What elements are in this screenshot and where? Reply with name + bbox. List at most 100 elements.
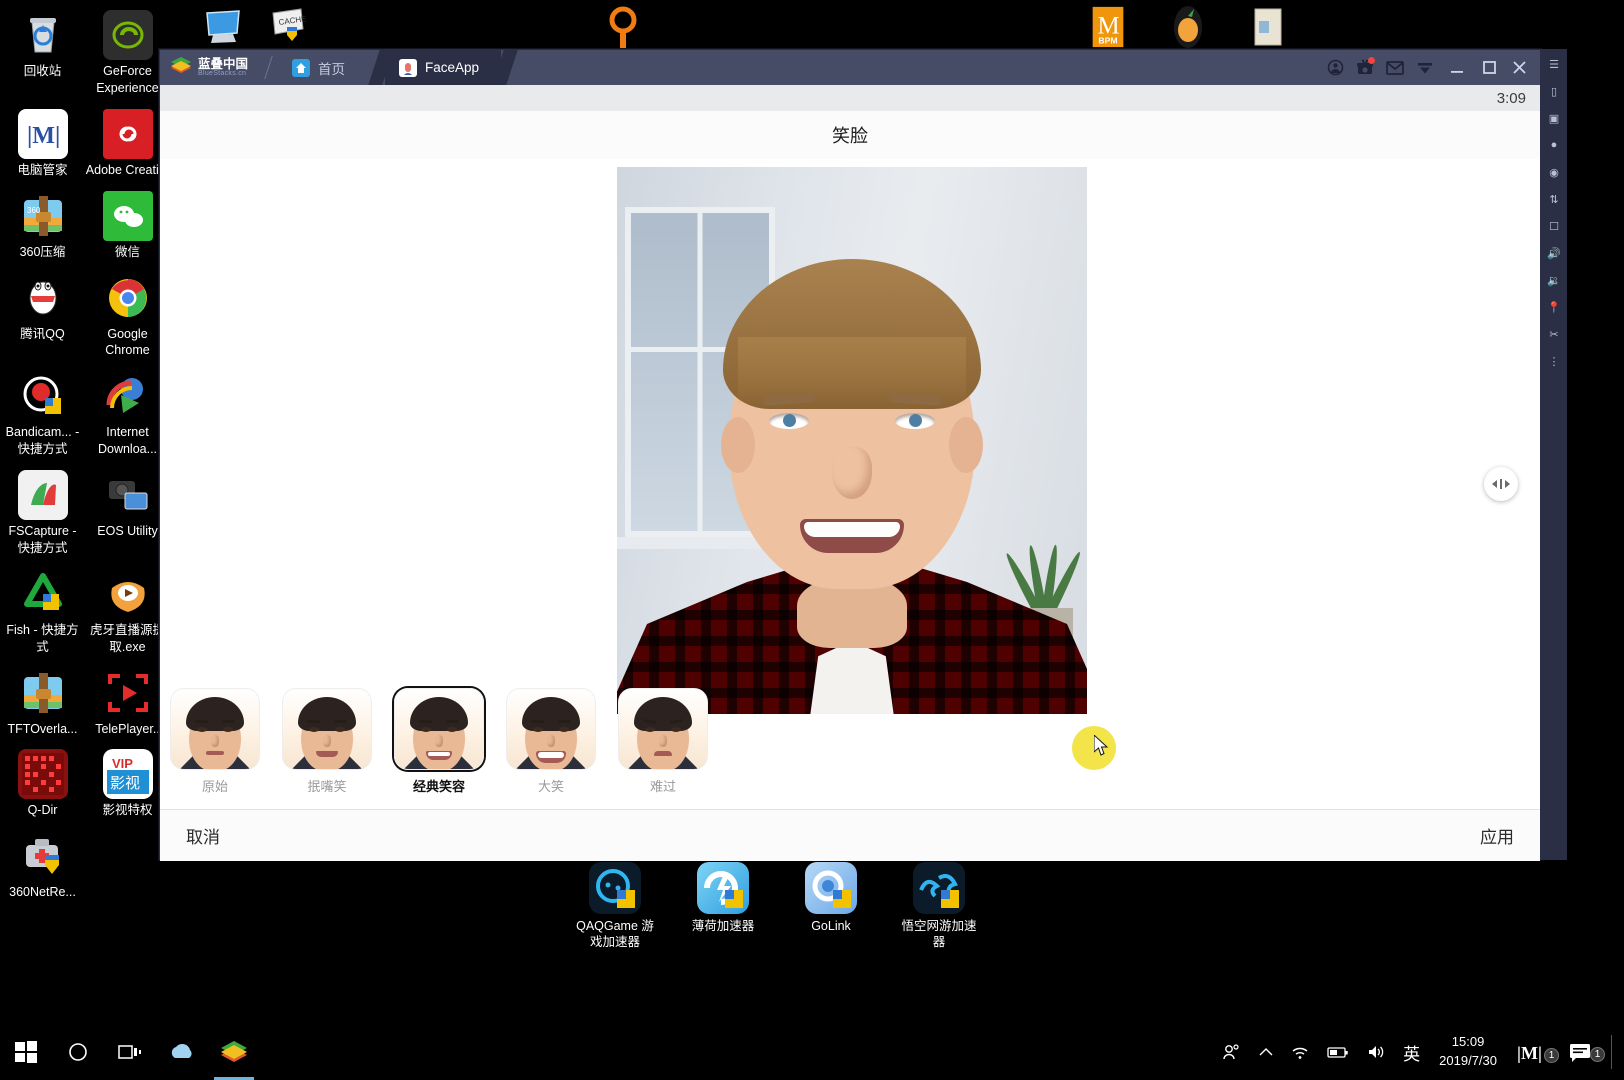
dock-item-label: QAQGame 游戏加速器 (576, 919, 654, 950)
cancel-button[interactable]: 取消 (186, 823, 220, 848)
scissors-icon[interactable]: ✂ (1545, 325, 1563, 343)
volume-icon[interactable] (1358, 1044, 1394, 1060)
pc-manager-icon: |M| (17, 108, 68, 159)
desktop-icon-label: 微信 (114, 244, 140, 259)
thumbnail-classic-smile[interactable]: 经典笑容 (394, 688, 484, 795)
task-view-icon[interactable] (104, 1024, 156, 1080)
thumbnail-original[interactable]: 原始 (170, 688, 260, 795)
thumbnail-closed-smile[interactable]: 抿嘴笑 (282, 688, 372, 795)
desktop-icon-adobe-cc[interactable]: Adobe Creati... (85, 103, 170, 181)
show-desktop-button[interactable] (1611, 1035, 1612, 1069)
ime-indicator[interactable]: 英 (1394, 1040, 1429, 1065)
desktop-icon-label: FSCapture - 快捷方式 (8, 524, 77, 555)
taskbar-app-bluestacks[interactable] (208, 1024, 260, 1080)
bluestacks-brand[interactable]: 蓝叠中国 BlueStacks.cn (160, 50, 260, 85)
thumbnail-big-laugh[interactable]: 大笑 (506, 688, 596, 795)
desktop-icon-fscapture[interactable]: FSCapture - 快捷方式 (0, 464, 85, 559)
qaqgame-accelerator-icon (589, 862, 641, 914)
location-marker-icon[interactable]: ● (1545, 136, 1563, 154)
pin-icon[interactable]: 📍 (1545, 298, 1563, 316)
photo-preview[interactable] (617, 167, 1087, 714)
page-title: 笑脸 (832, 126, 868, 146)
dock-item-qaqgame[interactable]: QAQGame 游戏加速器 (575, 862, 655, 951)
notifications-badge: 1 (1590, 1047, 1605, 1062)
start-icon[interactable] (0, 1024, 52, 1080)
apply-button[interactable]: 应用 (1480, 823, 1514, 848)
desktop-icon-qdir[interactable]: Q-Dir (0, 743, 85, 821)
more-icon[interactable]: ⋮ (1545, 352, 1563, 370)
tab-faceapp[interactable]: FaceApp (385, 50, 502, 85)
desktop-icon-pc-manager[interactable]: |M| 电脑管家 (0, 103, 85, 181)
battery-icon[interactable] (1318, 1045, 1358, 1059)
notifications-icon[interactable]: 1 (1557, 1042, 1605, 1062)
tab-home[interactable]: 首页 (278, 50, 367, 85)
desktop-icon-wechat[interactable]: 微信 (85, 185, 170, 263)
compare-drag-icon[interactable] (1484, 467, 1518, 501)
pc-manager-tray-icon[interactable]: |M| 1 (1507, 1041, 1559, 1063)
fullscreen-icon[interactable]: ☐ (1545, 217, 1563, 235)
dock-item-wukong[interactable]: 悟空网游加速器 (899, 862, 979, 951)
maximize-button[interactable] (1474, 50, 1504, 85)
desktop-icon-google-chrome[interactable]: Google Chrome (85, 267, 170, 362)
bluestacks-titlebar[interactable]: 蓝叠中国 BlueStacks.cn 首页 FaceApp (160, 50, 1540, 85)
keyboard-icon[interactable]: ▯ (1545, 82, 1563, 100)
geforce-experience-icon (102, 10, 153, 60)
volume-down-icon[interactable]: 🔉 (1545, 271, 1563, 289)
bohe-accelerator-icon (697, 862, 749, 914)
bluestacks-brand-name: 蓝叠中国 (198, 56, 249, 71)
photo-eye-left (769, 413, 809, 429)
desktop-icon-fish[interactable]: Fish - 快捷方式 (0, 563, 85, 658)
desktop-icon-huya-extractor[interactable]: 虎牙直播源提取.exe (85, 563, 170, 658)
menu-icon[interactable]: ☰ (1545, 55, 1563, 73)
shake-icon[interactable]: ⇅ (1545, 190, 1563, 208)
taskbar-app-cloud[interactable] (156, 1024, 208, 1080)
google-chrome-icon (103, 273, 153, 323)
desktop-icon-recycle-bin[interactable]: 回收站 (0, 4, 85, 99)
people-icon[interactable] (1212, 1043, 1250, 1061)
tab-divider (260, 50, 278, 85)
tencent-qq-icon (18, 273, 68, 323)
desktop-icon-tft-overlay[interactable]: TFTOverla... (0, 662, 85, 740)
folder-icon[interactable] (1245, 4, 1291, 50)
360-net-repair-icon (18, 831, 68, 881)
screenshot-icon[interactable]: ▣ (1545, 109, 1563, 127)
faceapp-canvas[interactable]: 原始 抿嘴笑 经典笑容 大笑 难过 (160, 159, 1540, 809)
mail-icon[interactable] (1380, 50, 1410, 85)
cache-shield-icon[interactable]: CACHE (265, 4, 311, 50)
dock-item-golink[interactable]: GoLink (791, 862, 871, 951)
magnifier-icon[interactable] (600, 4, 646, 50)
minimize-button[interactable] (1440, 50, 1474, 85)
bluestacks-brand-sub: BlueStacks.cn (198, 70, 247, 78)
desktop-icon-vip-video[interactable]: VIP 影视 影视特权 (85, 743, 170, 821)
fish-icon (18, 569, 68, 619)
desktop-icon-eos-utility[interactable]: EOS Utility (85, 464, 170, 559)
fl-studio-icon[interactable] (1165, 4, 1211, 50)
desktop-icon-360zip[interactable]: 360 360压缩 (0, 185, 85, 263)
desktop-icon-internet-download-manager[interactable]: Internet Downloa... (85, 365, 170, 460)
360-zip-icon: 360 (18, 191, 68, 241)
dock-item-bohe[interactable]: 薄荷加速器 (683, 862, 763, 951)
desktop-icon-label: Google Chrome (105, 326, 150, 358)
qdir-icon (17, 749, 68, 800)
volume-up-icon[interactable]: 🔊 (1545, 244, 1563, 262)
thumbnail-sad[interactable]: 难过 (618, 688, 708, 795)
photo-eye-right (895, 413, 935, 429)
taskbar-clock[interactable]: 15:09 2019/7/30 (1429, 1033, 1507, 1071)
close-button[interactable] (1504, 50, 1534, 85)
mixed-in-key-bpm-icon[interactable]: M BPM (1085, 4, 1131, 50)
thumbnail-image (618, 688, 708, 770)
desktop-icon-geforce-experience[interactable]: GeForce Experience (85, 4, 170, 99)
wifi-icon[interactable] (1282, 1045, 1318, 1060)
desktop-icon-tencent-qq[interactable]: 腾讯QQ (0, 267, 85, 362)
monitor-icon[interactable] (200, 4, 246, 50)
account-icon[interactable] (1320, 50, 1350, 85)
menu-down-icon[interactable] (1410, 50, 1440, 85)
chevron-up-icon[interactable] (1250, 1047, 1282, 1057)
gift-icon[interactable] (1350, 50, 1380, 85)
desktop-icon-bandicam[interactable]: Bandicam... - 快捷方式 (0, 365, 85, 460)
eye-icon[interactable]: ◉ (1545, 163, 1563, 181)
faceapp-icon (399, 58, 418, 77)
desktop-icon-360-net-repair[interactable]: 360NetRe... (0, 825, 85, 903)
desktop-icon-teleplayer[interactable]: TelePlayer.. (85, 662, 170, 740)
cortana-icon[interactable] (52, 1024, 104, 1080)
